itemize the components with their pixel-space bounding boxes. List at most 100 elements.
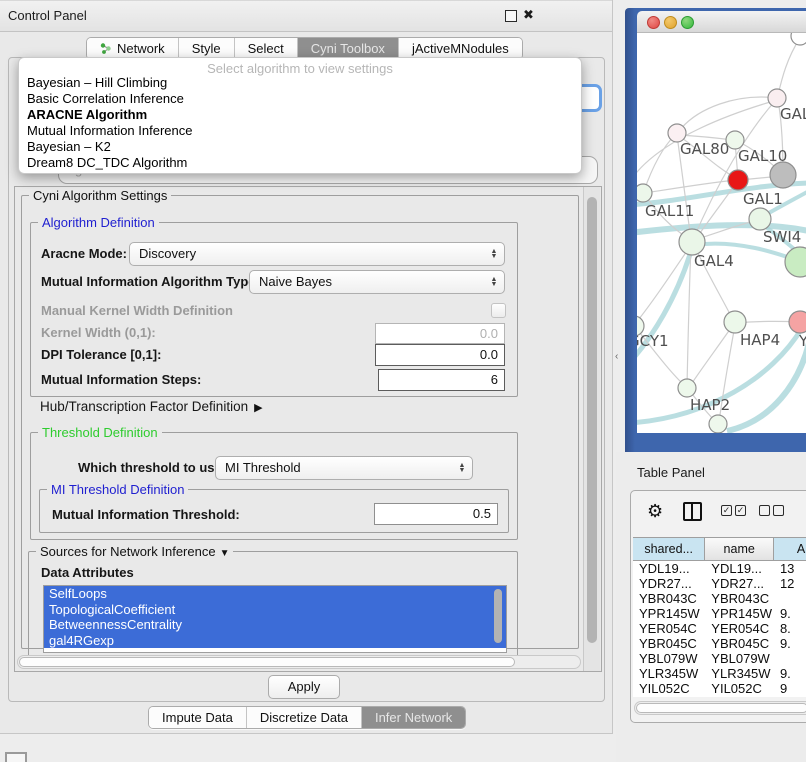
- settings-vscroll-thumb[interactable]: [587, 197, 597, 643]
- table-hscroll-track[interactable]: [634, 701, 806, 715]
- panel-divider-handle[interactable]: ‹: [615, 351, 618, 362]
- algorithm-option[interactable]: Bayesian – Hill Climbing: [19, 75, 581, 91]
- which-threshold-combo[interactable]: MI Threshold ▲▼: [215, 456, 473, 480]
- unselect-all-columns-icon[interactable]: [759, 505, 784, 516]
- network-node-hap2[interactable]: [678, 379, 696, 397]
- aracne-mode-value: Discovery: [139, 246, 196, 261]
- data-attribute-item[interactable]: SelfLoops: [44, 586, 506, 602]
- tab-style[interactable]: Style: [179, 38, 235, 59]
- table-row[interactable]: YPR145WYPR145W9.: [633, 606, 806, 621]
- table-row[interactable]: YBR045CYBR045C9.: [633, 636, 806, 651]
- network-icon: [100, 42, 112, 55]
- bottom-tab-bar: Impute DataDiscretize DataInfer Network: [148, 706, 466, 729]
- algorithm-option[interactable]: Dream8 DC_TDC Algorithm: [19, 155, 581, 171]
- network-node-gal11[interactable]: [637, 184, 652, 202]
- data-attribute-item[interactable]: BetweennessCentrality: [44, 617, 506, 633]
- table-cell: YBR045C: [633, 636, 705, 651]
- dpi-tolerance-field[interactable]: 0.0: [375, 344, 505, 366]
- table-row[interactable]: YIL052CYIL052C9: [633, 681, 806, 696]
- tab-label: Style: [192, 41, 221, 56]
- node-label: Y: [798, 332, 806, 350]
- data-attributes-list: SelfLoopsTopologicalCoefficientBetweenne…: [43, 585, 507, 653]
- network-node[interactable]: [785, 247, 806, 277]
- float-panel-icon[interactable]: [505, 10, 517, 22]
- column-header[interactable]: A: [774, 538, 806, 560]
- table-cell: YLR345W: [633, 666, 705, 681]
- table-row[interactable]: YBR043CYBR043C: [633, 591, 806, 606]
- algorithm-option[interactable]: Basic Correlation Inference: [19, 91, 581, 107]
- table-cell: 8.: [774, 621, 806, 636]
- table-cell: YBL079W: [705, 651, 774, 666]
- mi-threshold-group-title: MI Threshold Definition: [47, 482, 188, 497]
- minimize-window-icon[interactable]: [664, 16, 677, 29]
- column-header[interactable]: shared...: [633, 538, 705, 560]
- network-node[interactable]: [709, 415, 727, 433]
- network-node-hap4[interactable]: [724, 311, 746, 333]
- close-panel-icon[interactable]: ✖: [523, 7, 534, 23]
- hub-definition-toggle[interactable]: Hub/Transcription Factor Definition▶: [40, 399, 263, 414]
- tab-impute-data[interactable]: Impute Data: [149, 707, 247, 728]
- table-cell: [774, 591, 806, 606]
- table-row[interactable]: YLR345WYLR345W9.: [633, 666, 806, 681]
- mi-type-label: Mutual Information Algorithm Type:: [41, 274, 260, 289]
- gear-icon[interactable]: ⚙: [647, 501, 663, 522]
- table-row[interactable]: YER054CYER054C8.: [633, 621, 806, 636]
- apply-button[interactable]: Apply: [268, 675, 340, 699]
- node-table: shared...nameA YDL19...YDL19...13YDR27..…: [633, 537, 806, 697]
- network-graph: GALGAL80GAL10GAL1GAL11SWI4GAL4GCY1HAP4YH…: [637, 33, 806, 433]
- network-node-y[interactable]: [789, 311, 806, 333]
- table-row[interactable]: YDR27...YDR27...12: [633, 576, 806, 591]
- settings-hscroll-thumb[interactable]: [19, 657, 515, 667]
- network-window: GALGAL80GAL10GAL1GAL11SWI4GAL4GCY1HAP4YH…: [637, 11, 806, 441]
- algorithm-definition-group: Algorithm Definition Aracne Mode: Discov…: [30, 222, 518, 397]
- settings-hscroll-track[interactable]: [17, 655, 581, 669]
- tab-discretize-data[interactable]: Discretize Data: [247, 707, 362, 728]
- table-rows: YDL19...YDL19...13YDR27...YDR27...12YBR0…: [633, 561, 806, 696]
- mi-steps-field[interactable]: 6: [378, 369, 505, 391]
- tab-jactivemnodules[interactable]: jActiveMNodules: [399, 38, 522, 59]
- table-hscroll-thumb[interactable]: [636, 703, 806, 713]
- network-node-gal1[interactable]: [728, 170, 748, 190]
- table-cell: YER054C: [705, 621, 774, 636]
- node-label: SWI4: [763, 228, 801, 246]
- data-attribute-item[interactable]: TopologicalCoefficient: [44, 602, 506, 618]
- table-header-row: shared...nameA: [633, 537, 806, 561]
- network-node[interactable]: [770, 162, 796, 188]
- network-window-titlebar[interactable]: [637, 11, 806, 33]
- algorithm-option[interactable]: ARACNE Algorithm: [19, 107, 581, 123]
- threshold-definition-group: Threshold Definition Which threshold to …: [30, 432, 518, 540]
- manual-kernel-checkbox[interactable]: [491, 303, 506, 318]
- algorithm-option[interactable]: Mutual Information Inference: [19, 123, 581, 139]
- mi-type-combo[interactable]: Naive Bayes ▲▼: [249, 270, 505, 294]
- list-scrollbar-thumb[interactable]: [494, 589, 502, 643]
- column-header[interactable]: name: [705, 538, 774, 560]
- network-node-swi4[interactable]: [749, 208, 771, 230]
- mi-type-value: Naive Bayes: [259, 274, 332, 289]
- network-canvas[interactable]: GALGAL80GAL10GAL1GAL11SWI4GAL4GCY1HAP4YH…: [637, 33, 806, 433]
- kernel-width-field[interactable]: 0.0: [375, 323, 505, 344]
- close-window-icon[interactable]: [647, 16, 660, 29]
- mi-threshold-field[interactable]: 0.5: [374, 503, 498, 525]
- expanded-arrow-icon: ▼: [220, 548, 230, 559]
- settings-vscroll-track[interactable]: [583, 187, 600, 671]
- cyni-algorithm-settings-group: Cyni Algorithm Settings Algorithm Defini…: [21, 195, 579, 649]
- tab-network[interactable]: Network: [87, 38, 179, 59]
- table-cell: 9.: [774, 666, 806, 681]
- minimized-panel-icon[interactable]: [5, 752, 27, 762]
- aracne-mode-combo[interactable]: Discovery ▲▼: [129, 242, 505, 266]
- select-all-columns-icon[interactable]: ✓✓: [721, 505, 746, 516]
- data-attribute-item[interactable]: gal4RGexp: [44, 633, 506, 649]
- algorithm-option[interactable]: Bayesian – K2: [19, 139, 581, 155]
- tab-infer-network[interactable]: Infer Network: [362, 707, 465, 728]
- zoom-window-icon[interactable]: [681, 16, 694, 29]
- table-toolbar: ⚙ ✓✓: [631, 491, 806, 533]
- node-label: HAP4: [740, 331, 780, 349]
- network-node[interactable]: [791, 33, 806, 45]
- table-row[interactable]: YBL079WYBL079W: [633, 651, 806, 666]
- table-panel-card: ⚙ ✓✓ shared...nameA YDL19...YDL19...13YD…: [630, 490, 806, 723]
- table-row[interactable]: YDL19...YDL19...13: [633, 561, 806, 576]
- tab-select[interactable]: Select: [235, 38, 298, 59]
- columns-icon[interactable]: [683, 502, 702, 521]
- tab-label: Cyni Toolbox: [311, 41, 385, 56]
- tab-cyni-toolbox[interactable]: Cyni Toolbox: [298, 38, 399, 59]
